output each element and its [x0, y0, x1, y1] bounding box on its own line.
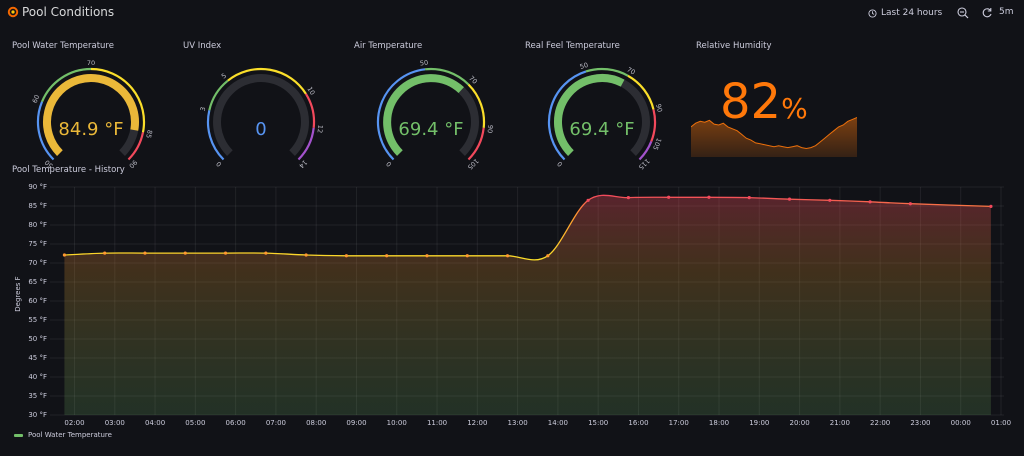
x-tick-label: 21:00 — [829, 419, 850, 427]
data-point[interactable] — [626, 196, 630, 200]
x-tick-label: 22:00 — [870, 419, 891, 427]
x-tick-label: 01:00 — [990, 419, 1012, 427]
data-point[interactable] — [183, 251, 187, 255]
x-tick-label: 18:00 — [708, 419, 730, 427]
x-tick-label: 10:00 — [386, 419, 407, 427]
data-point[interactable] — [707, 195, 711, 199]
x-tick-label: 13:00 — [507, 419, 528, 427]
data-point[interactable] — [586, 198, 590, 202]
data-point[interactable] — [908, 202, 912, 206]
data-point[interactable] — [62, 253, 67, 257]
x-tick-label: 08:00 — [306, 419, 327, 427]
x-tick-label: 02:00 — [64, 419, 85, 427]
x-tick-label: 12:00 — [467, 419, 488, 427]
history-chart — [50, 186, 1004, 416]
data-point[interactable] — [989, 204, 993, 208]
x-tick-label: 07:00 — [265, 419, 286, 427]
legend-label: Pool Water Temperature — [28, 431, 112, 439]
x-tick-label: 09:00 — [346, 419, 367, 427]
data-point[interactable] — [304, 253, 308, 257]
data-point[interactable] — [264, 251, 268, 255]
x-tick-label: 14:00 — [547, 419, 568, 427]
data-point[interactable] — [344, 254, 349, 258]
data-point[interactable] — [546, 254, 550, 258]
data-point[interactable] — [747, 196, 751, 200]
x-tick-label: 03:00 — [104, 419, 125, 427]
data-point[interactable] — [868, 200, 872, 204]
x-tick-label: 16:00 — [628, 419, 649, 427]
x-tick-label: 05:00 — [185, 419, 206, 427]
x-tick-label: 20:00 — [789, 419, 810, 427]
data-point[interactable] — [667, 195, 671, 199]
x-tick-label: 19:00 — [749, 419, 770, 427]
x-tick-label: 04:00 — [144, 419, 166, 427]
data-point[interactable] — [143, 251, 147, 255]
legend-swatch — [14, 433, 23, 437]
data-point[interactable] — [385, 254, 389, 258]
x-tick-label: 00:00 — [950, 419, 971, 427]
x-tick-label: 17:00 — [668, 419, 689, 427]
data-point[interactable] — [103, 251, 107, 255]
x-tick-label: 11:00 — [426, 419, 448, 427]
data-point[interactable] — [505, 254, 510, 258]
data-point[interactable] — [465, 254, 469, 258]
data-point[interactable] — [828, 198, 832, 202]
data-point[interactable] — [425, 254, 429, 258]
series-area-pool-water-temperature — [64, 195, 991, 415]
x-tick-label: 23:00 — [910, 419, 931, 427]
data-point[interactable] — [223, 251, 228, 255]
chart-legend[interactable]: Pool Water Temperature — [14, 431, 112, 439]
data-point[interactable] — [787, 197, 792, 201]
x-tick-label: 15:00 — [588, 419, 609, 427]
x-tick-label: 06:00 — [225, 419, 246, 427]
